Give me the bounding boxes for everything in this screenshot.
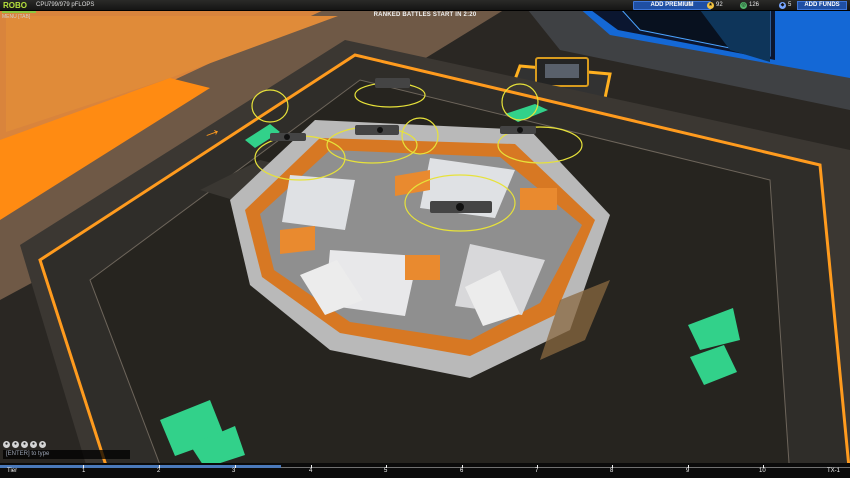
add-premium-button[interactable]: ADD PREMIUM xyxy=(633,1,711,10)
premium-status: 0d xyxy=(686,2,693,8)
tier-label-tx1: TX-1 xyxy=(827,468,841,474)
cpu-value: 799/979 pFLOPS xyxy=(48,2,95,8)
cosmetic-credit-icon: ◆ xyxy=(779,2,786,9)
rp-balance: ★ 92 xyxy=(707,0,723,11)
tier-progress-bar: Tier 1 2 3 4 5 6 7 8 9 10 TX-1 xyxy=(0,463,850,478)
party-icon[interactable]: ● xyxy=(12,441,19,448)
tier-label-7: 7 xyxy=(535,468,539,474)
top-status-bar: ROBO CPU 799/979 pFLOPS MENU [TAB] ADD P… xyxy=(0,0,850,20)
robits-icon: ◎ xyxy=(740,2,747,9)
chat-input[interactable]: [ENTER] to type xyxy=(3,450,130,459)
tier-label-10: 10 xyxy=(759,468,766,474)
cpu-label: CPU xyxy=(36,2,49,8)
chat-icon[interactable]: ● xyxy=(3,441,10,448)
menu-tab-hint[interactable]: MENU [TAB] xyxy=(2,12,30,23)
tier-label-2: 2 xyxy=(157,468,161,474)
tier-label-1: 1 xyxy=(82,468,86,474)
ranked-timer: RANKED BATTLES START IN 2:20 xyxy=(373,12,477,18)
cosmetic-value: 5 xyxy=(788,2,792,8)
tier-label-4: 4 xyxy=(309,468,313,474)
tier-label-9: 9 xyxy=(686,468,690,474)
tier-label-5: 5 xyxy=(384,468,388,474)
tier-progress-fill xyxy=(0,465,281,468)
tier-label-start: Tier xyxy=(7,468,18,474)
robits-balance: ◎ 126 xyxy=(740,0,759,11)
tier-label-8: 8 xyxy=(610,468,614,474)
tier-label-6: 6 xyxy=(460,468,464,474)
tier-label-3: 3 xyxy=(232,468,236,474)
clan-icon[interactable]: ● xyxy=(30,441,37,448)
friends-icon[interactable]: ● xyxy=(21,441,28,448)
rp-value: 92 xyxy=(716,2,723,8)
rp-icon: ★ xyxy=(707,2,714,9)
garage-scene: → xyxy=(0,0,850,478)
chat-panel: ● ● ● ● ● [ENTER] to type xyxy=(3,441,130,459)
settings-icon[interactable]: ● xyxy=(39,441,46,448)
chat-icons: ● ● ● ● ● xyxy=(3,441,130,448)
robits-value: 126 xyxy=(749,2,760,8)
add-funds-button[interactable]: ADD FUNDS xyxy=(797,1,847,10)
game-logo: ROBO xyxy=(3,1,27,10)
cosmetic-balance: ◆ 5 xyxy=(779,0,791,11)
